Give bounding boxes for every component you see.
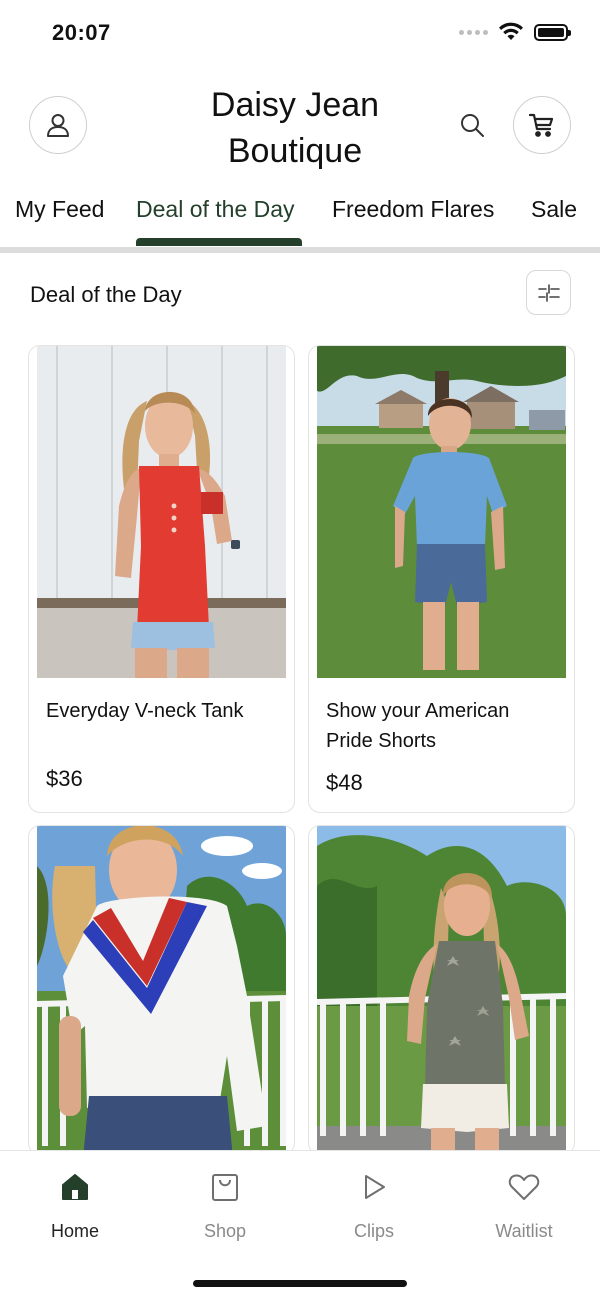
shopping-bag-icon: [212, 1174, 238, 1201]
nav-shop-label: Shop: [203, 1221, 247, 1241]
account-button[interactable]: [29, 96, 87, 154]
tabs-divider: [0, 247, 600, 253]
wifi-icon: [499, 22, 523, 40]
product-name[interactable]: Everyday V-neck Tank: [46, 696, 281, 726]
home-indicator: [193, 1280, 407, 1287]
product-image[interactable]: [37, 346, 286, 678]
nav-waitlist-label: Waitlist: [495, 1221, 553, 1241]
nav-waitlist[interactable]: Waitlist: [469, 1169, 579, 1242]
nav-shop[interactable]: Shop: [170, 1169, 280, 1242]
section-title: Deal of the Day: [30, 282, 182, 307]
cart-icon: [528, 113, 554, 137]
product-image[interactable]: [37, 826, 286, 1154]
user-icon: [47, 114, 69, 137]
product-card[interactable]: Show your American Pride Shorts $48: [308, 345, 575, 813]
brand-title: Daisy Jean Boutique: [210, 86, 380, 170]
nav-clips-label: Clips: [353, 1221, 394, 1241]
product-card[interactable]: Everyday V-neck Tank $36: [28, 345, 295, 813]
sliders-icon: [537, 283, 560, 302]
search-icon: [461, 114, 484, 137]
product-card[interactable]: [308, 825, 575, 1155]
status-time: 20:07: [52, 20, 111, 45]
home-icon: [62, 1174, 88, 1200]
tab-my-feed[interactable]: My Feed: [15, 196, 104, 223]
play-icon: [365, 1175, 385, 1199]
cellular-signal-icon: [459, 29, 488, 35]
product-name[interactable]: Show your American Pride Shorts: [326, 696, 561, 756]
tab-sale[interactable]: Sale: [531, 196, 577, 223]
heart-icon: [508, 1174, 540, 1200]
battery-icon: [534, 23, 571, 41]
active-tab-indicator: [136, 238, 302, 246]
status-icons: [459, 22, 571, 42]
tab-deal-of-the-day[interactable]: Deal of the Day: [136, 196, 295, 223]
tab-freedom-flares[interactable]: Freedom Flares: [332, 196, 494, 223]
product-image[interactable]: [317, 346, 566, 678]
app-header: Daisy Jean Boutique: [0, 80, 600, 180]
nav-home[interactable]: Home: [20, 1169, 130, 1242]
category-tabs: My Feed Deal of the Day Freedom Flares S…: [0, 190, 600, 248]
product-image[interactable]: [317, 826, 566, 1154]
status-bar: 20:07: [0, 0, 600, 66]
bottom-navigation: Home Shop Clips Waitlist: [0, 1150, 600, 1299]
filter-button[interactable]: [526, 270, 571, 315]
nav-clips[interactable]: Clips: [319, 1169, 429, 1242]
product-price: $48: [326, 770, 363, 795]
search-button[interactable]: [455, 108, 489, 142]
product-card[interactable]: [28, 825, 295, 1155]
nav-home-label: Home: [50, 1221, 99, 1241]
product-price: $36: [46, 766, 83, 791]
cart-button[interactable]: [513, 96, 571, 154]
